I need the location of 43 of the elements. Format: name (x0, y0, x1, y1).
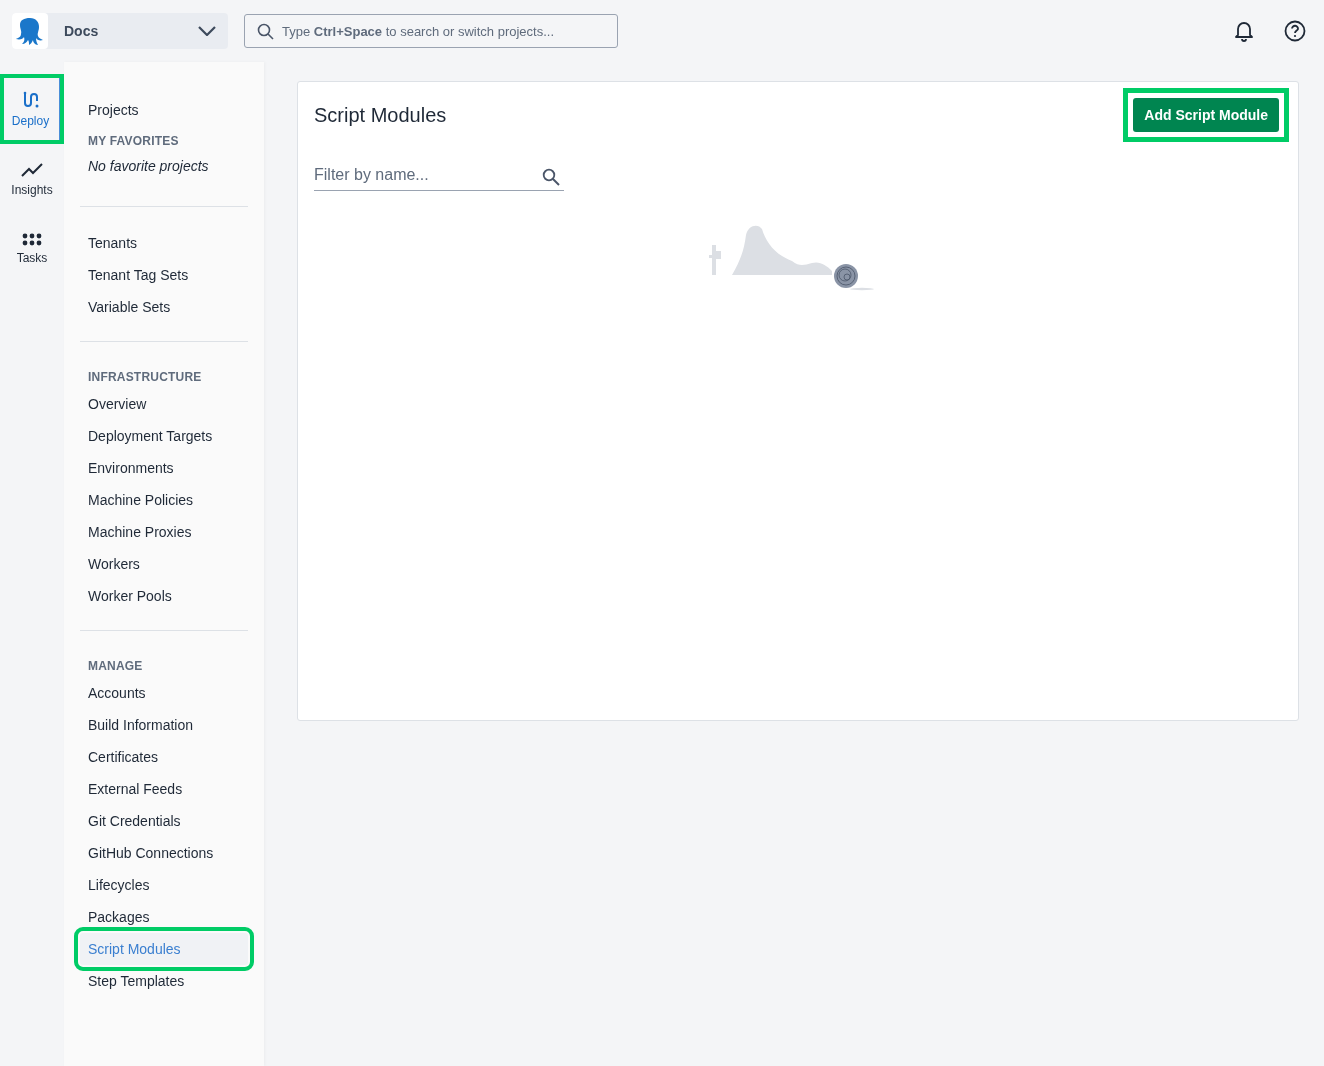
sidebar-item[interactable]: Workers (80, 548, 248, 580)
sidebar-item[interactable]: Overview (80, 388, 248, 420)
space-name: Docs (64, 23, 100, 39)
bell-icon[interactable] (1234, 20, 1254, 42)
search-field[interactable]: Type Ctrl+Space to search or switch projects... (244, 14, 618, 48)
sidebar-item[interactable]: Projects (80, 94, 248, 126)
sidebar-item[interactable]: Machine Proxies (80, 516, 248, 548)
sidebar-item[interactable]: Tenants (80, 227, 248, 259)
section-heading: INFRASTRUCTURE (87, 369, 203, 386)
sidebar-item[interactable]: GitHub Connections (80, 837, 248, 869)
sidebar-item[interactable]: Build Information (80, 709, 248, 741)
sidebar-item[interactable]: Environments (80, 452, 248, 484)
sidebar-item[interactable]: Certificates (80, 741, 248, 773)
chevron-down-icon (198, 26, 216, 36)
page-title: Script Modules (314, 103, 447, 127)
sidebar-item[interactable]: Packages (80, 901, 248, 933)
sidebar-item[interactable]: Accounts (80, 677, 248, 709)
section-heading: MY FAVORITES (87, 133, 180, 150)
nav-rail-item[interactable]: Tasks (2, 216, 62, 282)
filter-field[interactable]: Filter by name... (314, 162, 564, 191)
sidebar-item[interactable]: Lifecycles (80, 869, 248, 901)
help-icon[interactable] (1284, 20, 1306, 42)
deploy-icon (21, 90, 40, 109)
nav-rail-item[interactable]: Deploy (2, 76, 62, 142)
section-heading: MANAGE (87, 658, 144, 675)
dots-grid-icon (22, 233, 42, 246)
sidebar-item[interactable]: Deployment Targets (80, 420, 248, 452)
line-chart-icon (21, 161, 43, 178)
sidebar-item[interactable]: Step Templates (80, 965, 248, 997)
sidebar-item[interactable]: External Feeds (80, 773, 248, 805)
empty-favorites-note: No favorite projects (87, 157, 210, 176)
space-selector[interactable]: Docs (12, 13, 228, 49)
sidebar-item[interactable]: Tenant Tag Sets (80, 259, 248, 291)
sidebar-item[interactable]: Variable Sets (80, 291, 248, 323)
sidebar-item[interactable]: Worker Pools (80, 580, 248, 612)
sidebar-item[interactable]: Git Credentials (80, 805, 248, 837)
search-icon (257, 22, 274, 40)
octopus-logo-icon (12, 13, 48, 49)
sidebar-item[interactable]: Machine Policies (80, 484, 248, 516)
search-icon (542, 168, 560, 186)
search-placeholder: Type Ctrl+Space to search or switch projects... (282, 23, 555, 39)
nav-rail-item[interactable]: Insights (2, 146, 62, 212)
add-script-module-button[interactable]: Add Script Module (1133, 98, 1279, 132)
